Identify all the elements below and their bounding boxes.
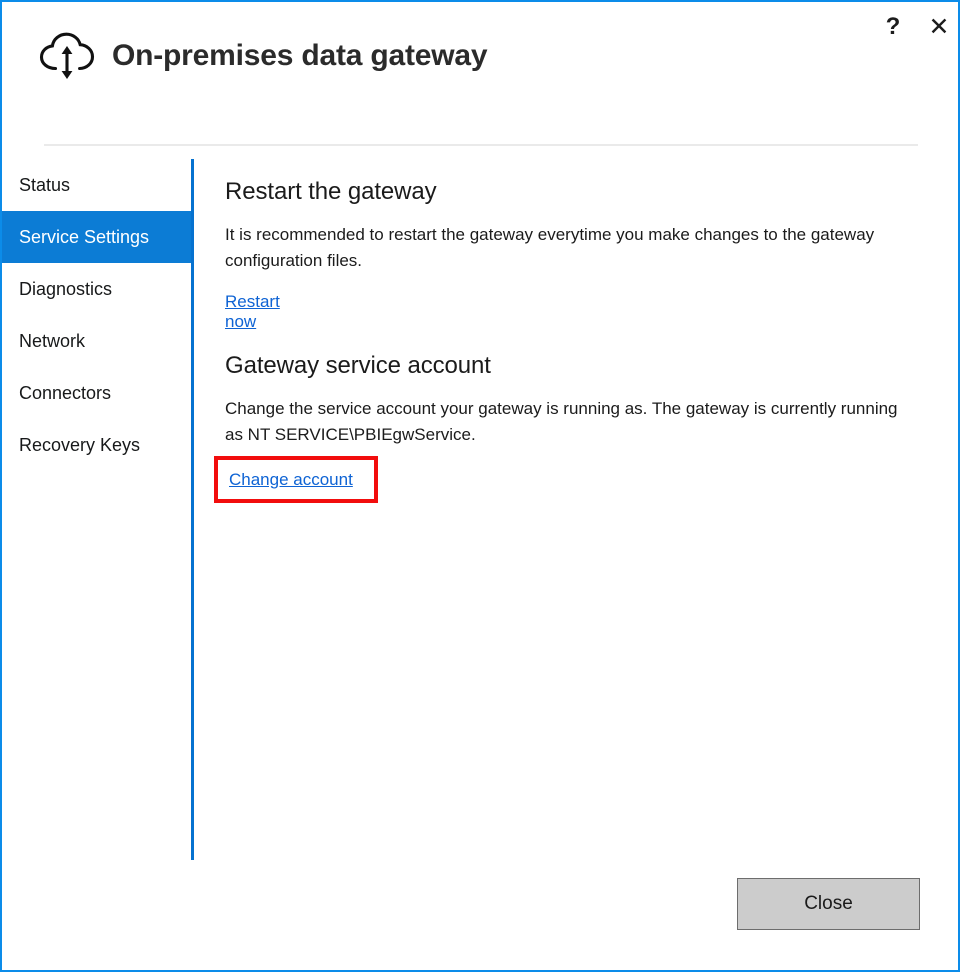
- page-title: On-premises data gateway: [112, 39, 488, 72]
- sidebar-item-status[interactable]: Status: [2, 159, 191, 211]
- gateway-configuration-window: On-premises data gateway ? ✕ Status Serv…: [0, 0, 960, 972]
- help-icon[interactable]: ?: [874, 10, 912, 44]
- header-separator: [44, 144, 918, 146]
- restart-now-link[interactable]: Restart now: [225, 292, 280, 332]
- sidebar-item-label: Network: [19, 330, 86, 351]
- cloud-upload-download-icon: [38, 30, 96, 82]
- change-account-highlight-box: Change account: [214, 456, 378, 503]
- sidebar-divider: [191, 159, 194, 860]
- change-account-link[interactable]: Change account: [229, 470, 353, 490]
- close-icon[interactable]: ✕: [920, 10, 958, 44]
- close-button[interactable]: Close: [737, 878, 920, 930]
- sidebar-item-diagnostics[interactable]: Diagnostics: [2, 263, 191, 315]
- sidebar-item-connectors[interactable]: Connectors: [2, 367, 191, 419]
- section-body-restart: It is recommended to restart the gateway…: [225, 225, 875, 270]
- sidebar-item-label: Diagnostics: [19, 278, 113, 299]
- sidebar-item-label: Service Settings: [19, 226, 150, 247]
- app-title-group: On-premises data gateway: [38, 30, 488, 82]
- title-bar: On-premises data gateway ? ✕: [2, 2, 958, 112]
- sidebar-item-network[interactable]: Network: [2, 315, 191, 367]
- sidebar-navigation: Status Service Settings Diagnostics Netw…: [2, 159, 191, 471]
- sidebar-item-recovery-keys[interactable]: Recovery Keys: [2, 419, 191, 471]
- section-heading-restart: Restart the gateway: [225, 178, 437, 205]
- sidebar-item-label: Status: [19, 174, 71, 195]
- section-heading-account: Gateway service account: [225, 352, 491, 379]
- sidebar-item-service-settings[interactable]: Service Settings: [2, 211, 191, 263]
- sidebar-item-label: Recovery Keys: [19, 434, 141, 455]
- sidebar-item-label: Connectors: [19, 382, 112, 403]
- section-body-account: Change the service account your gateway …: [225, 399, 898, 444]
